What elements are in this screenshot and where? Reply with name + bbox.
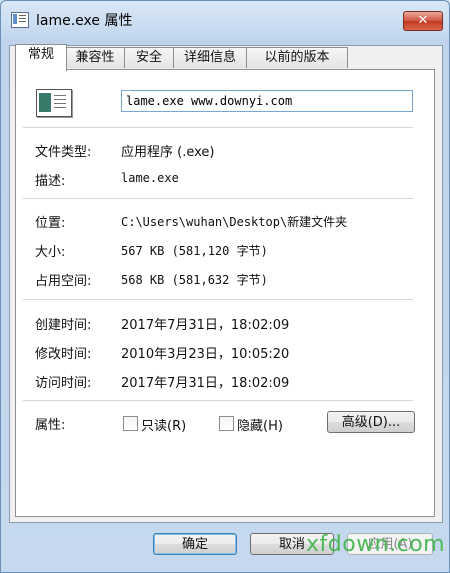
exe-file-large-icon bbox=[36, 89, 72, 117]
properties-window: lame.exe 属性 ✕ 常规 兼容性 安全 详细信息 以前的版本 文件类型:… bbox=[0, 0, 450, 573]
accessed-value: 2017年7月31日，18:02:09 bbox=[121, 376, 290, 391]
file-type-value: 应用程序 (.exe) bbox=[121, 145, 215, 160]
ok-button[interactable]: 确定 bbox=[153, 533, 237, 555]
exe-file-icon bbox=[11, 12, 29, 28]
separator bbox=[23, 127, 413, 128]
size-on-disk-value: 568 KB (581,632 字节) bbox=[121, 273, 268, 287]
description-label: 描述: bbox=[35, 174, 66, 189]
modified-label: 修改时间: bbox=[35, 347, 92, 362]
close-icon[interactable]: ✕ bbox=[403, 11, 443, 31]
size-on-disk-label: 占用空间: bbox=[35, 274, 92, 289]
advanced-button[interactable]: 高级(D)... bbox=[327, 411, 415, 433]
size-label: 大小: bbox=[35, 245, 66, 260]
window-title: lame.exe 属性 bbox=[36, 13, 133, 29]
separator bbox=[23, 299, 413, 300]
location-value: C:\Users\wuhan\Desktop\新建文件夹 bbox=[121, 215, 348, 229]
filename-input[interactable] bbox=[121, 90, 413, 112]
location-label: 位置: bbox=[35, 216, 66, 231]
tab-general[interactable]: 常规 bbox=[15, 44, 67, 71]
tab-details[interactable]: 详细信息 bbox=[173, 47, 247, 68]
title-bar[interactable]: lame.exe 属性 ✕ bbox=[1, 1, 449, 37]
created-label: 创建时间: bbox=[35, 318, 92, 333]
separator bbox=[23, 400, 413, 401]
file-type-label: 文件类型: bbox=[35, 145, 92, 160]
modified-value: 2010年3月23日，10:05:20 bbox=[121, 347, 290, 362]
readonly-checkbox[interactable] bbox=[123, 416, 138, 431]
tab-content-general bbox=[15, 69, 435, 517]
description-value: lame.exe bbox=[121, 171, 179, 185]
watermark: xfdown.com bbox=[306, 532, 446, 557]
size-value: 567 KB (581,120 字节) bbox=[121, 244, 268, 258]
tab-security[interactable]: 安全 bbox=[124, 47, 174, 68]
readonly-label[interactable]: 只读(R) bbox=[141, 415, 186, 434]
separator bbox=[23, 198, 413, 199]
created-value: 2017年7月31日，18:02:09 bbox=[121, 318, 290, 333]
hidden-checkbox[interactable] bbox=[219, 416, 234, 431]
attributes-label: 属性: bbox=[35, 418, 66, 433]
tab-previous-versions[interactable]: 以前的版本 bbox=[246, 47, 348, 68]
tab-compatibility[interactable]: 兼容性 bbox=[65, 47, 125, 68]
accessed-label: 访问时间: bbox=[35, 376, 92, 391]
hidden-label[interactable]: 隐藏(H) bbox=[237, 415, 283, 434]
